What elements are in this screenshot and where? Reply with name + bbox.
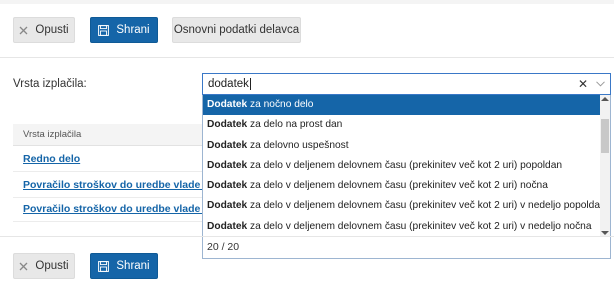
employee-data-button[interactable]: Osnovni podatki delavca [172, 17, 301, 43]
table-row: Povračilo stroškov do uredbe vlade – pre… [13, 174, 202, 198]
option-match-text: Dodatek [207, 180, 248, 192]
save-button-bottom[interactable]: Shrani [90, 253, 158, 279]
dropdown-list: Dodatek za nočno delo Dodatek za delo na … [203, 95, 600, 237]
option-rest-text: za nočno delo [247, 99, 314, 110]
table-row: Povračilo stroškov do uredbe vlade – pre… [13, 198, 202, 222]
option-match-text: Dodatek [207, 220, 248, 232]
cancel-label: Opusti [35, 24, 69, 36]
bottom-divider [0, 236, 614, 237]
close-icon [19, 262, 28, 271]
payment-type-input[interactable]: dodatek [203, 77, 576, 90]
option-match-text: Dodatek [207, 159, 248, 171]
close-icon [19, 26, 28, 35]
save-label: Shrani [116, 260, 150, 272]
dropdown-option[interactable]: Dodatek za delo v deljenem delovnem času… [203, 196, 600, 216]
option-rest-text: za delo v deljenem delovnem času (prekin… [247, 220, 592, 232]
option-match-text: Dodatek [207, 119, 248, 131]
scroll-down-icon[interactable] [601, 231, 609, 235]
top-rule [0, 0, 614, 4]
dropdown-count: 20 / 20 [203, 236, 610, 258]
cancel-button-top[interactable]: Opusti [13, 17, 75, 43]
option-rest-text: za delo v deljenem delovnem času (prekin… [247, 180, 548, 192]
payment-type-label: Vrsta izplačila: [13, 78, 87, 90]
option-match-text: Dodatek [207, 139, 248, 151]
table-header: Vrsta izplačila [13, 124, 202, 146]
toolbar-divider [0, 57, 614, 58]
table-row-link[interactable]: Povračilo stroškov do uredbe vlade – pre… [23, 203, 202, 215]
cancel-label: Opusti [35, 260, 69, 272]
employee-data-label: Osnovni podatki delavca [173, 24, 300, 36]
option-rest-text: za delo na prost dan [247, 119, 343, 131]
table-row-link[interactable]: Povračilo stroškov do uredbe vlade – pre… [23, 179, 202, 191]
payment-type-select[interactable]: dodatek ✕ [202, 73, 611, 95]
dropdown-option[interactable]: Dodatek za nočno delo [203, 95, 600, 116]
table-row: Redno delo [13, 148, 202, 172]
dropdown-option[interactable]: Dodatek za delovno uspešnost [203, 136, 600, 156]
dropdown-option[interactable]: Dodatek za delo v deljenem delovnem času… [203, 156, 600, 176]
option-rest-text: za delo v deljenem delovnem času (prekin… [247, 159, 563, 171]
payment-type-dropdown: Dodatek za nočno delo Dodatek za delo na … [202, 95, 611, 259]
option-match-text: Dodatek [207, 99, 248, 110]
scroll-up-icon[interactable] [601, 97, 609, 101]
table-row-link[interactable]: Redno delo [23, 153, 80, 165]
save-icon [98, 260, 110, 272]
dropdown-option[interactable]: Dodatek za delo v deljenem delovnem času… [203, 176, 600, 196]
dropdown-scrollbar[interactable] [600, 95, 610, 237]
chevron-down-icon[interactable] [590, 81, 610, 87]
dropdown-option[interactable]: Dodatek za delo na prost dan [203, 115, 600, 135]
option-rest-text: za delovno uspešnost [247, 139, 349, 151]
clear-icon[interactable]: ✕ [576, 77, 590, 91]
save-button-top[interactable]: Shrani [90, 17, 158, 43]
cancel-button-bottom[interactable]: Opusti [13, 253, 75, 279]
save-label: Shrani [116, 24, 150, 36]
scrollbar-thumb[interactable] [601, 119, 609, 153]
option-rest-text: za delo v deljenem delovnem času (prekin… [247, 200, 600, 212]
dropdown-option[interactable]: Dodatek za delo v deljenem delovnem času… [203, 217, 600, 237]
option-match-text: Dodatek [207, 200, 248, 212]
save-icon [98, 24, 110, 36]
